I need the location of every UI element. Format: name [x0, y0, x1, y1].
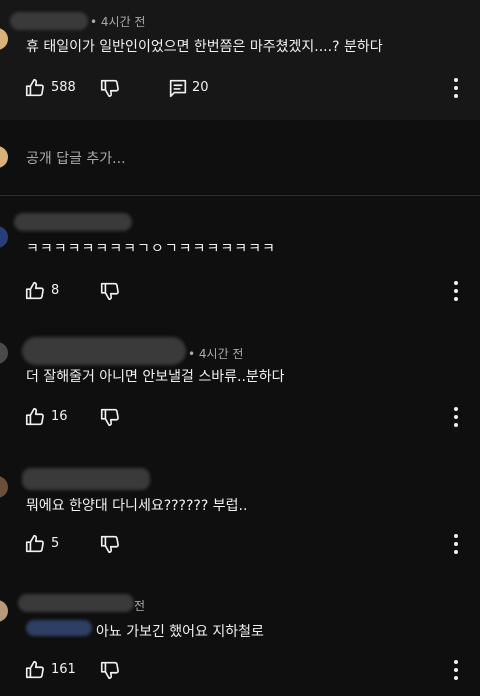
more-options-icon[interactable]: [446, 280, 466, 302]
input-divider: [0, 195, 480, 196]
reply-text: 뭐에요 한양대 다니세요?????? 부럽..: [26, 498, 248, 514]
reply-time: • 4시간 전: [188, 347, 244, 361]
current-user-avatar: [0, 146, 8, 168]
author-name-blurred[interactable]: [10, 12, 88, 30]
mention-link-blurred[interactable]: [26, 620, 92, 636]
more-options-icon[interactable]: [446, 406, 466, 428]
more-options-icon[interactable]: [446, 659, 466, 681]
author-name-blurred[interactable]: [22, 337, 186, 365]
reply-avatar[interactable]: [0, 226, 8, 248]
like-count: 8: [51, 283, 60, 298]
reply-avatar[interactable]: [0, 342, 8, 364]
reply-text: 더 잘해줄거 아니면 안보낼걸 스바류..분하다: [26, 369, 285, 385]
dislike-icon[interactable]: [99, 280, 121, 302]
reply-avatar[interactable]: [0, 476, 8, 498]
reply-time-text: 4시간 전: [198, 347, 244, 361]
comment-time-text: 4시간 전: [100, 15, 146, 29]
like-icon[interactable]: [24, 533, 46, 555]
like-icon[interactable]: [24, 280, 46, 302]
dislike-icon[interactable]: [99, 533, 121, 555]
dislike-icon[interactable]: [99, 77, 121, 99]
like-icon[interactable]: [24, 406, 46, 428]
reply-avatar[interactable]: [0, 600, 8, 622]
author-name-blurred[interactable]: [14, 213, 132, 231]
dislike-icon[interactable]: [99, 659, 121, 681]
reply-text: 아뇨 가보긴 했어요 지하철로: [96, 624, 264, 640]
reply-input[interactable]: 공개 답글 추가...: [26, 148, 126, 168]
author-name-blurred[interactable]: [22, 468, 150, 490]
reply-count: 20: [192, 80, 209, 95]
reply-comment-icon[interactable]: [167, 77, 189, 99]
like-icon[interactable]: [24, 659, 46, 681]
like-count: 16: [51, 409, 68, 424]
author-name-blurred[interactable]: [18, 594, 134, 612]
comment-time: • 4시간 전: [90, 15, 146, 29]
reply-text: ㅋㅋㅋㅋㅋㅋㅋㅋㄱㅇㄱㅋㅋㅋㅋㅋㅋㅋ: [26, 241, 276, 257]
like-count: 5: [51, 536, 60, 551]
more-options-icon[interactable]: [446, 77, 466, 99]
like-count: 588: [51, 80, 76, 95]
like-icon[interactable]: [24, 77, 46, 99]
reply-time: 전: [134, 599, 146, 613]
comment-text: 휴 태일이가 일반인이었으면 한번쯤은 마주쳤겠지....? 분하다: [26, 39, 383, 55]
like-count: 161: [51, 662, 76, 677]
dislike-icon[interactable]: [99, 406, 121, 428]
more-options-icon[interactable]: [446, 533, 466, 555]
